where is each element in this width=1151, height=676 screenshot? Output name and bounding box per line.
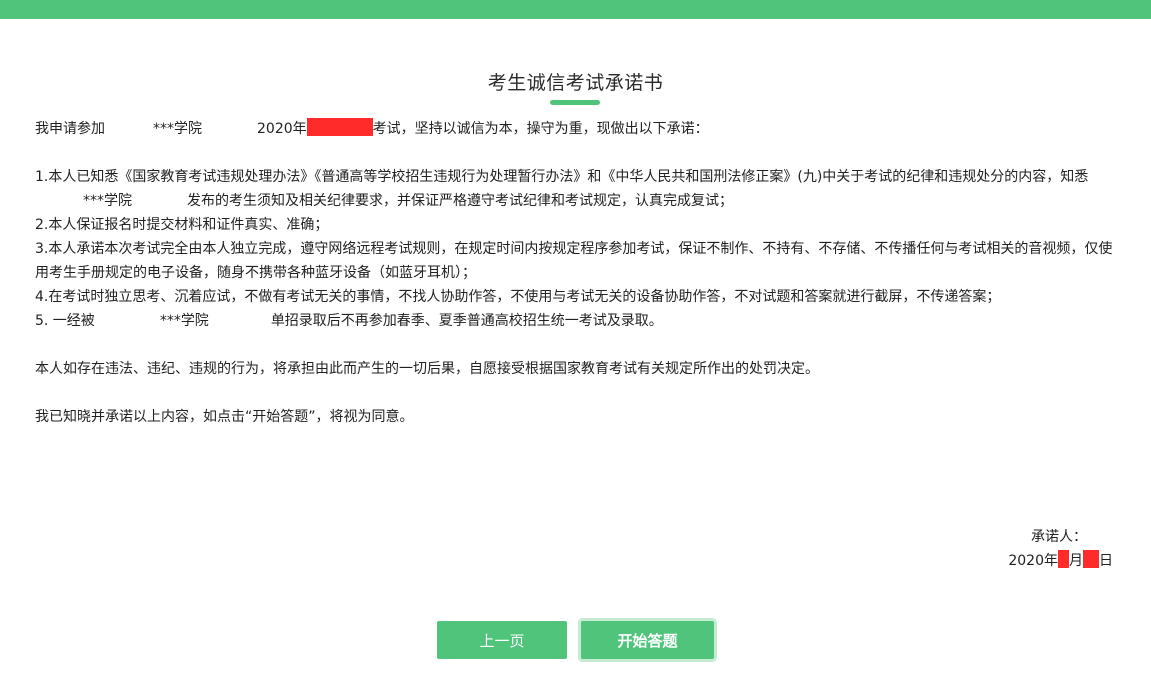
redacted-exam-name xyxy=(306,118,373,136)
intro-school: ***学院 xyxy=(153,121,202,137)
intro-line: 我申请参加 ***学院 2020年 考试，坚持以诚信为本，操守为重，现做出以下承诺： xyxy=(35,117,1115,141)
page-title: 考生诚信考试承诺书 xyxy=(487,72,664,94)
consequence-statement: 本人如存在违法、违纪、违规的行为，将承担由此而产生的一切后果，自愿接受根据国家教… xyxy=(35,361,819,377)
pledge-item-1: 1.本人已知悉《国家教育考试违规处理办法》《普通高等学校招生违规行为处理暂行办法… xyxy=(35,165,1115,213)
item5-prefix: 5. 一经被 xyxy=(35,313,95,329)
intro-suffix: 考试，坚持以诚信为本，操守为重，现做出以下承诺： xyxy=(372,121,709,137)
signature-date: 2020年月日 xyxy=(1008,550,1113,572)
signatory-label: 承诺人： xyxy=(1031,529,1087,545)
top-accent-bar xyxy=(0,0,1151,19)
pledge-item-5: 5. 一经被 ***学院 单招录取后不再参加春季、夏季普通高校招生统一考试及录取。 xyxy=(35,309,1115,333)
acknowledge-statement: 我已知晓并承诺以上内容，如点击“开始答题”，将视为同意。 xyxy=(35,409,414,425)
pledge-item-4: 4.在考试时独立思考、沉着应试，不做有考试无关的事情，不找人协助作答，不使用与考… xyxy=(35,289,1001,305)
pledge-item-2: 2.本人保证报名时提交材料和证件真实、准确； xyxy=(35,217,329,233)
pledge-item-3: 3.本人承诺本次考试完全由本人独立完成，遵守网络远程考试规则，在规定时间内按规定… xyxy=(35,241,1113,281)
signature-day: 日 xyxy=(1099,553,1113,569)
signature-year: 2020年 xyxy=(1008,553,1058,569)
item1-school: ***学院 xyxy=(83,193,132,209)
pledge-content: 我申请参加 ***学院 2020年 考试，坚持以诚信为本，操守为重，现做出以下承诺： … xyxy=(35,117,1115,429)
redacted-day xyxy=(1083,550,1099,568)
intro-prefix: 我申请参加 xyxy=(35,121,105,137)
item1-text-end: 发布的考生须知及相关纪律要求，并保证严格遵守考试纪律和考试规定，认真完成复试； xyxy=(187,193,733,209)
start-answering-button[interactable]: 开始答题 xyxy=(581,621,714,659)
item1-text: 1.本人已知悉《国家教育考试违规处理办法》《普通高等学校招生违规行为处理暂行办法… xyxy=(35,169,1089,185)
previous-page-button[interactable]: 上一页 xyxy=(437,621,567,659)
item5-school: ***学院 xyxy=(159,313,209,329)
item5-suffix: 单招录取后不再参加春季、夏季普通高校招生统一考试及录取。 xyxy=(270,313,663,329)
intro-year: 2020年 xyxy=(257,121,307,137)
title-underline xyxy=(550,100,600,105)
signature-month: 月 xyxy=(1069,553,1083,569)
redacted-month xyxy=(1058,550,1069,568)
